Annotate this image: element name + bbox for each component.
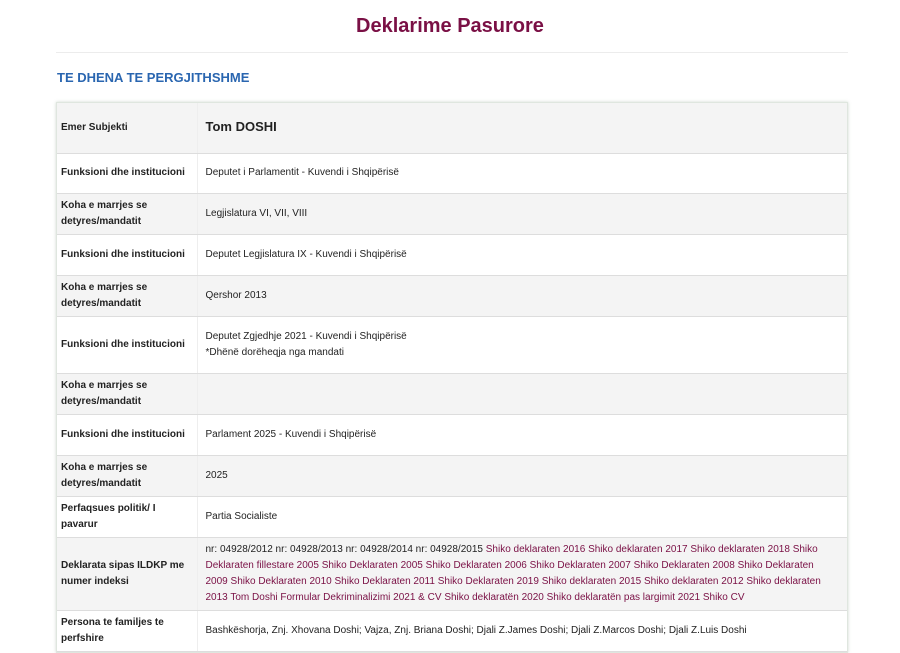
table-row-mandate-time: Koha e marrjes se detyres/mandatit Qersh… — [57, 275, 847, 317]
table-row-function: Funksioni dhe institucioni Deputet Zgjed… — [57, 316, 847, 374]
row-label: Koha e marrjes se detyres/mandatit — [57, 373, 198, 415]
row-value — [197, 373, 847, 415]
row-value: Bashkëshorja, Znj. Xhovana Doshi; Vajza,… — [197, 610, 847, 652]
declaration-link[interactable]: Tom Doshi Formular Dekriminalizimi 2021 … — [230, 592, 441, 603]
declaration-link[interactable]: Shiko CV — [703, 592, 745, 603]
declaration-link[interactable]: Shiko deklaraten 2018 — [690, 544, 790, 555]
row-label: Koha e marrjes se detyres/mandatit — [57, 455, 198, 497]
row-label: Funksioni dhe institucioni — [57, 234, 198, 276]
declaration-link[interactable]: Shiko Deklaraten 2005 — [322, 560, 423, 571]
subject-name: Tom DOSHI — [205, 118, 277, 134]
row-label: Koha e marrjes se detyres/mandatit — [57, 275, 198, 317]
declaration-link[interactable]: Shiko Deklaraten 2019 — [438, 576, 539, 587]
row-value: Deputet i Parlamentit - Kuvendi i Shqipë… — [197, 153, 847, 194]
table-row-declarations: Deklarata sipas ILDKP me numer indeksi n… — [57, 537, 847, 611]
row-label: Perfaqsues politik/ I pavarur — [57, 496, 198, 538]
declaration-link[interactable]: Shiko Deklaraten 2011 — [335, 576, 435, 587]
declaration-link[interactable]: Shiko Deklaraten 2010 — [231, 576, 332, 587]
row-label: Funksioni dhe institucioni — [57, 414, 198, 456]
table-row-function: Funksioni dhe institucioni Deputet Legji… — [57, 234, 847, 276]
title-divider — [56, 52, 848, 53]
table-row-mandate-time: Koha e marrjes se detyres/mandatit — [57, 373, 847, 415]
row-label: Deklarata sipas ILDKP me numer indeksi — [57, 537, 198, 611]
table-row-political-affiliation: Perfaqsues politik/ I pavarur Partia Soc… — [57, 496, 847, 538]
row-value: Legjislatura VI, VII, VIII — [197, 193, 847, 235]
row-label: Persona te familjes te perfshire — [57, 610, 198, 652]
mandate-note: *Dhënë dorëheqja nga mandati — [205, 346, 344, 358]
declaration-link[interactable]: Shiko deklaratën 2020 — [444, 592, 544, 603]
declaration-link[interactable]: Shiko Deklaraten 2007 — [530, 560, 631, 571]
table-row-mandate-time: Koha e marrjes se detyres/mandatit Legji… — [57, 193, 847, 235]
declaration-link[interactable]: Shiko deklaraten 2016 — [486, 544, 586, 555]
row-value: Parlament 2025 - Kuvendi i Shqipërisë — [197, 414, 847, 456]
row-label: Funksioni dhe institucioni — [57, 316, 198, 374]
general-data-table: Emer Subjekti Tom DOSHI Funksioni dhe in… — [56, 102, 848, 653]
row-label: Emer Subjekti — [57, 103, 198, 154]
declaration-link[interactable]: Shiko deklaraten 2015 — [542, 576, 642, 587]
page-title: Deklarime Pasurore — [356, 15, 544, 37]
section-heading: TE DHENA TE PERGJITHSHME — [57, 70, 250, 85]
declaration-link[interactable]: Shiko deklaraten 2012 — [644, 576, 744, 587]
table-row-function: Funksioni dhe institucioni Deputet i Par… — [57, 153, 847, 194]
declaration-link[interactable]: Shiko deklaratën pas largimit 2021 — [547, 592, 700, 603]
row-label: Funksioni dhe institucioni — [57, 153, 198, 194]
table-row-mandate-time: Koha e marrjes se detyres/mandatit 2025 — [57, 455, 847, 497]
declaration-link[interactable]: Shiko Deklaraten 2008 — [634, 560, 735, 571]
table-row-function: Funksioni dhe institucioni Parlament 202… — [57, 414, 847, 456]
declaration-link[interactable]: Shiko Deklaraten 2006 — [426, 560, 527, 571]
declarations-value: nr: 04928/2012 nr: 04928/2013 nr: 04928/… — [197, 537, 847, 611]
row-value: 2025 — [197, 455, 847, 497]
declaration-link[interactable]: Shiko deklaraten 2017 — [588, 544, 688, 555]
row-value: Deputet Zgjedhje 2021 - Kuvendi i Shqipë… — [205, 330, 407, 342]
row-value: Partia Socialiste — [197, 496, 847, 538]
row-value: Qershor 2013 — [197, 275, 847, 317]
table-row-subject-name: Emer Subjekti Tom DOSHI — [57, 103, 847, 154]
row-label: Koha e marrjes se detyres/mandatit — [57, 193, 198, 235]
table-row-family: Persona te familjes te perfshire Bashkës… — [57, 610, 847, 652]
row-value: Deputet Legjislatura IX - Kuvendi i Shqi… — [197, 234, 847, 276]
index-numbers: nr: 04928/2012 nr: 04928/2013 nr: 04928/… — [205, 543, 483, 555]
